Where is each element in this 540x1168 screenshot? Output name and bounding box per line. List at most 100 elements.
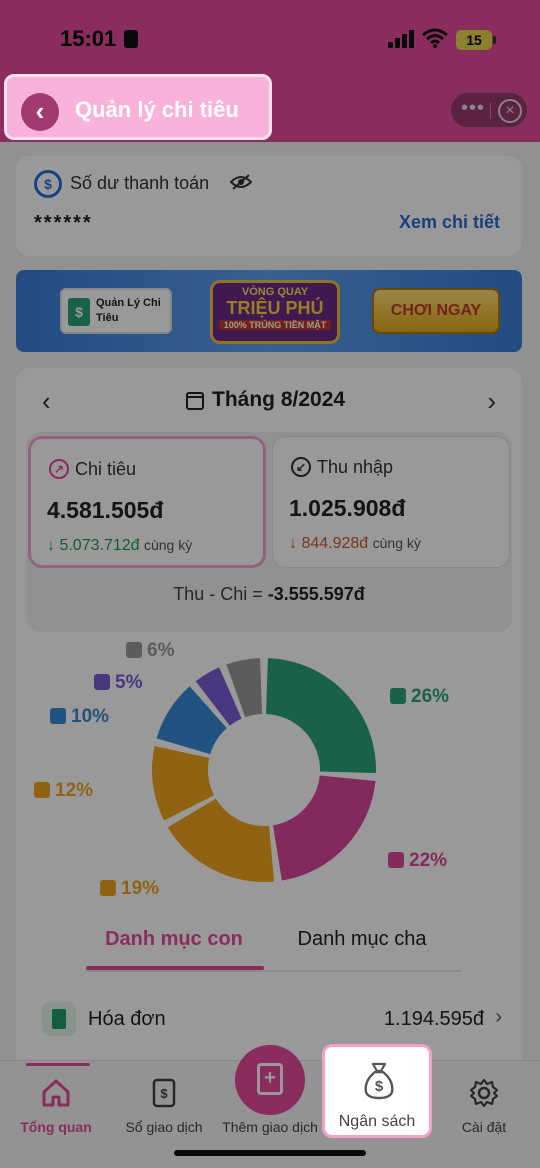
spend-icon: ↗ <box>49 459 69 479</box>
svg-text:$: $ <box>160 1086 168 1101</box>
view-details-link[interactable]: Xem chi tiết <box>399 212 500 233</box>
ledger-icon: $ <box>152 1078 176 1108</box>
gear-icon <box>469 1078 499 1108</box>
income-card[interactable]: ↙ Thu nhập 1.025.908đ ↓ 844.928đ cùng kỳ <box>272 436 510 568</box>
tab-parent-category[interactable]: Danh mục cha <box>274 928 450 951</box>
slice-percent-label: 5% <box>94 672 142 694</box>
balance-card: $ Số dư thanh toán ****** Xem chi tiết <box>16 156 522 256</box>
donut-hole <box>210 716 318 824</box>
down-arrow-icon: ↓ <box>47 537 55 554</box>
category-icon <box>126 642 142 658</box>
banner-logo: $ Quản Lý Chi Tiêu <box>60 288 172 334</box>
active-tab-indicator <box>86 966 264 970</box>
category-icon <box>390 688 406 704</box>
wifi-icon <box>422 28 448 48</box>
income-compare-value: 844.928đ <box>301 535 369 552</box>
capsule-divider <box>490 103 491 119</box>
income-label: Thu nhập <box>317 457 394 477</box>
nav-label: Cài đặt <box>461 1119 507 1135</box>
back-button[interactable]: ‹ <box>21 93 59 131</box>
overview-card: ‹ Tháng 8/2024 › ↗ Chi tiêu 4.581.505đ ↓… <box>16 368 522 1088</box>
mini-app-capsule: ••• × <box>450 92 528 128</box>
income-compare: ↓ 844.928đ cùng kỳ <box>289 535 421 553</box>
percent-text: 12% <box>55 780 94 801</box>
prev-month-button[interactable]: ‹ <box>42 386 51 416</box>
percent-text: 19% <box>121 878 160 899</box>
nav-item-add-transaction[interactable]: + Thêm giao dịch <box>216 1045 324 1141</box>
category-icon <box>388 852 404 868</box>
spend-compare-value: 5.073.712đ <box>59 537 140 554</box>
income-amount: 1.025.908đ <box>289 495 406 521</box>
svg-text:$: $ <box>375 1078 384 1095</box>
banner-headline-sub: 100% TRÚNG TIỀN MẶT <box>219 320 331 330</box>
app-screen: 15:01 15 ••• × $ Số dư thanh toán ******… <box>0 0 540 1168</box>
percent-text: 26% <box>411 686 450 707</box>
category-icon <box>100 880 116 896</box>
page-title: Quản lý chi tiêu <box>75 97 239 122</box>
nav-active-indicator <box>26 1063 90 1066</box>
orientation-lock-icon <box>124 30 138 48</box>
money-bag-icon: $ <box>364 1062 394 1100</box>
battery-level: 15 <box>456 30 492 50</box>
category-icon <box>94 674 110 690</box>
slice-percent-label: 12% <box>34 780 93 802</box>
spend-label: Chi tiêu <box>75 459 137 479</box>
percent-text: 5% <box>115 672 143 693</box>
signal-icon <box>388 30 414 48</box>
category-amount: 1.194.595đ <box>383 1008 484 1030</box>
battery-tip <box>493 36 496 44</box>
spending-donut-chart: 26% 22% 19% 12% 10% 5% 6% <box>16 638 522 908</box>
spend-amount: 4.581.505đ <box>47 497 164 523</box>
banner-logo-icon: $ <box>68 298 90 326</box>
home-icon <box>42 1079 70 1107</box>
net-summary: Thu - Chi = -3.555.597đ <box>26 584 512 605</box>
banner-play-button[interactable]: CHƠI NGAY <box>372 288 500 334</box>
down-arrow-icon: ↓ <box>289 535 297 552</box>
tab-subcategory[interactable]: Danh mục con <box>86 928 262 951</box>
net-value: -3.555.597đ <box>267 584 365 604</box>
nav-item-ledger[interactable]: $ Sổ giao dịch <box>110 1061 218 1141</box>
balance-value: ****** <box>34 212 93 234</box>
chevron-right-icon: › <box>495 1006 502 1028</box>
status-time: 15:01 <box>60 26 117 51</box>
nav-label: Tổng quan <box>20 1119 92 1135</box>
nav-item-overview[interactable]: Tổng quan <box>2 1061 110 1141</box>
more-icon[interactable]: ••• <box>461 98 485 118</box>
slice-percent-label: 26% <box>390 686 449 708</box>
bill-icon <box>42 1002 76 1036</box>
category-name: Hóa đơn <box>88 1008 166 1030</box>
percent-text: 10% <box>71 706 110 727</box>
balance-icon: $ <box>34 170 62 198</box>
spend-card[interactable]: ↗ Chi tiêu 4.581.505đ ↓ 5.073.712đ cùng … <box>28 436 266 568</box>
promo-banner[interactable]: $ Quản Lý Chi Tiêu VÒNG QUAY TRIỆU PHÚ 1… <box>16 270 522 352</box>
banner-headline-main: TRIỆU PHÚ <box>226 298 324 318</box>
banner-headline: VÒNG QUAY TRIỆU PHÚ 100% TRÚNG TIỀN MẶT <box>210 280 340 344</box>
status-bar: 15:01 15 <box>0 0 540 70</box>
slice-percent-label: 10% <box>50 706 109 728</box>
net-label: Thu - Chi = <box>173 584 268 604</box>
close-icon[interactable]: × <box>498 99 522 123</box>
add-transaction-button[interactable]: + <box>235 1045 305 1115</box>
spend-compare: ↓ 5.073.712đ cùng kỳ <box>47 537 192 555</box>
banner-logo-text: Quản Lý Chi Tiêu <box>96 297 161 324</box>
slice-percent-label: 22% <box>388 850 447 872</box>
header-title-highlight: ‹ Quản lý chi tiêu <box>4 74 272 140</box>
eye-off-icon[interactable] <box>230 174 252 190</box>
banner-headline-top: VÒNG QUAY <box>241 286 309 298</box>
slice-percent-label: 19% <box>100 878 159 900</box>
month-label[interactable]: Tháng 8/2024 <box>212 388 345 412</box>
category-tabs: Danh mục con Danh mục cha <box>86 928 462 972</box>
next-month-button[interactable]: › <box>487 386 496 416</box>
calendar-icon <box>186 392 204 410</box>
list-item[interactable]: Hóa đơn 1.194.595đ › <box>36 1000 502 1040</box>
nav-item-settings[interactable]: Cài đặt <box>430 1061 538 1141</box>
balance-label: Số dư thanh toán <box>70 173 210 193</box>
income-icon: ↙ <box>291 457 311 477</box>
slice-percent-label: 6% <box>126 640 174 662</box>
nav-label: Sổ giao dịch <box>125 1119 203 1135</box>
income-compare-suffix: cùng kỳ <box>372 535 421 551</box>
home-indicator <box>174 1150 366 1156</box>
percent-text: 6% <box>147 640 175 661</box>
percent-text: 22% <box>409 850 448 871</box>
nav-item-budget[interactable]: $ Ngân sách <box>322 1044 432 1138</box>
